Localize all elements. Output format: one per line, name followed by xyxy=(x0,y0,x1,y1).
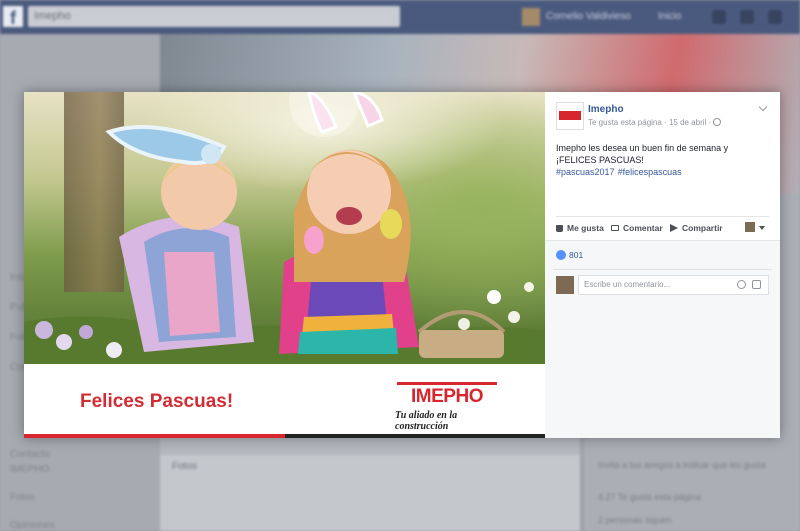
page-avatar[interactable] xyxy=(556,102,584,130)
post-text: Imepho les desea un buen fin de semana y… xyxy=(556,142,771,178)
post-meta: Te gusta esta página · 15 de abril · xyxy=(588,118,722,127)
comment-placeholder: Escribe un comentario... xyxy=(584,280,671,289)
share-label: Compartir xyxy=(682,223,723,233)
left-nav-item[interactable]: Fotos xyxy=(10,492,35,503)
hashtags: #pascuas2017 #felicespascuas xyxy=(556,166,771,178)
photos-section-title: Fotos xyxy=(172,461,198,472)
emoji-icon[interactable] xyxy=(737,280,746,289)
page-name-link[interactable]: Imepho xyxy=(588,104,624,115)
like-button[interactable]: Me gusta xyxy=(556,223,604,233)
post-panel: Imepho Te gusta esta página · 15 de abri… xyxy=(545,92,780,438)
share-button[interactable]: Compartir xyxy=(670,223,723,233)
user-avatar[interactable] xyxy=(522,8,540,26)
reactions-area: 801 Escribe un comentario... xyxy=(545,241,780,438)
imepho-logo: IMEPHO xyxy=(397,382,497,409)
logo-slogan: Tu aliado en la construcción xyxy=(395,410,458,432)
caret-down-icon[interactable] xyxy=(759,226,765,230)
easter-children-photo xyxy=(24,92,545,364)
friend-requests-icon[interactable] xyxy=(712,10,726,24)
children-illustration xyxy=(24,92,545,364)
facebook-logo[interactable]: f xyxy=(3,6,23,28)
messages-icon[interactable] xyxy=(740,10,754,24)
user-name-link[interactable]: Cornelio Valdivieso xyxy=(546,11,631,22)
post-text-line: Imepho les desea un buen fin de semana y xyxy=(556,143,729,153)
reaction-count[interactable]: 801 xyxy=(569,250,583,260)
page-avatar-logo xyxy=(559,111,581,120)
like-reaction-icon[interactable] xyxy=(556,250,566,260)
home-link[interactable]: Inicio xyxy=(658,11,681,22)
side-info-line: 4.27 Te gusta esta página xyxy=(598,492,701,502)
actor-selector-avatar[interactable] xyxy=(745,222,755,232)
divider xyxy=(553,269,772,270)
chevron-down-icon[interactable] xyxy=(758,102,768,112)
commenter-avatar xyxy=(556,276,574,294)
globe-icon xyxy=(713,118,722,126)
comment-button[interactable]: Comentar xyxy=(611,223,663,233)
photo-progress-fill xyxy=(24,434,285,438)
comment-label: Comentar xyxy=(623,223,663,233)
comment-icon xyxy=(611,225,619,231)
like-label: Me gusta xyxy=(567,223,604,233)
divider xyxy=(556,216,769,217)
photo-theater: Felices Pascuas! IMEPHO Tu aliado en la … xyxy=(24,92,780,438)
logo-wordmark: IMEPHO xyxy=(411,386,483,407)
share-icon xyxy=(670,224,678,232)
photo-progress-track xyxy=(24,434,545,438)
post-text-line: ¡FELICES PASCUAS! xyxy=(556,155,644,165)
comment-input[interactable]: Escribe un comentario... xyxy=(578,275,769,295)
banner-greeting: Felices Pascuas! xyxy=(80,391,234,412)
side-info-line: Invita a tus amigos a indicar que les gu… xyxy=(598,460,766,470)
left-nav-item[interactable]: Opiniones xyxy=(10,520,55,531)
left-nav-item[interactable]: IMEPHO xyxy=(10,464,49,475)
hashtag-link[interactable]: #felicespascuas xyxy=(618,167,682,177)
sticker-icon[interactable] xyxy=(752,280,761,289)
search-input[interactable]: Imepho xyxy=(28,6,400,27)
top-bar: f Imepho Cornelio Valdivieso Inicio xyxy=(0,0,800,34)
post-meta-text: Te gusta esta página · 15 de abril · xyxy=(588,118,712,127)
hashtag-link[interactable]: #pascuas2017 xyxy=(556,167,615,177)
left-nav-item[interactable]: Contacto xyxy=(10,449,50,460)
post-photo[interactable]: Felices Pascuas! IMEPHO Tu aliado en la … xyxy=(24,92,545,438)
thumbs-up-icon xyxy=(556,224,563,232)
post-actions: Me gusta Comentar Compartir xyxy=(556,222,771,237)
notifications-icon[interactable] xyxy=(768,10,782,24)
photos-section xyxy=(160,455,580,531)
side-info-line: 2 personas siguen xyxy=(598,515,672,525)
